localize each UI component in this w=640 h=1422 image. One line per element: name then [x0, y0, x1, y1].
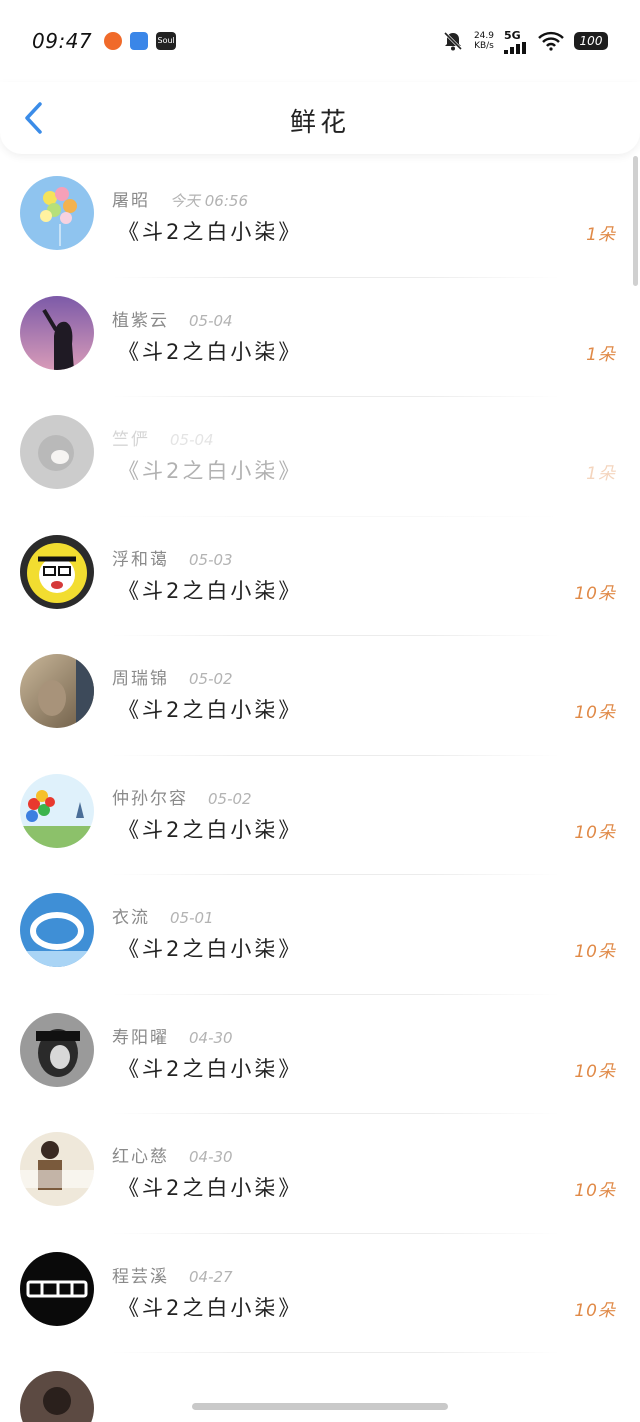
network-speed-unit: KB/s [474, 41, 494, 51]
gift-title: 《斗2之白小柒》 [118, 1056, 303, 1081]
list-item[interactable]: 红心慈 04-30 《斗2之白小柒》 10朵 [0, 1114, 640, 1234]
list-item[interactable]: 程芸溪 04-27 《斗2之白小柒》 10朵 [0, 1234, 640, 1353]
network-speed: 24.9 KB/s [474, 31, 494, 51]
gift-title: 《斗2之白小柒》 [118, 339, 303, 364]
gift-title: 《斗2之白小柒》 [118, 1295, 303, 1320]
list-item[interactable]: 衣流 05-01 《斗2之白小柒》 10朵 [0, 875, 640, 995]
avatar[interactable] [20, 1251, 94, 1326]
flower-count: 1朵 [586, 464, 616, 484]
page-title: 鲜花 [289, 108, 350, 138]
flower-count: 10朵 [574, 822, 616, 843]
sender-name: 程芸溪 [112, 1266, 169, 1287]
list-item[interactable] [0, 1353, 640, 1422]
soul-app-icon: Soul [156, 32, 177, 50]
sender-name: 红心慈 [112, 1147, 169, 1167]
gift-title: 《斗2之白小柒》 [118, 937, 303, 961]
app-notification-icon [104, 32, 123, 50]
flower-count: 1朵 [586, 225, 616, 245]
gift-title: 《斗2之白小柒》 [118, 459, 303, 483]
sender-name: 屠昭 [112, 191, 150, 211]
avatar[interactable] [20, 415, 94, 489]
sender-name: 衣流 [112, 908, 150, 928]
notification-icons: Soul [104, 32, 177, 50]
sender-name: 浮和蔼 [112, 549, 169, 570]
avatar[interactable] [20, 1132, 94, 1206]
list-item[interactable]: 浮和蔼 05-03 《斗2之白小柒》 10朵 [0, 517, 640, 636]
app-root: 09:47 Soul 24.9 KB/s 5G 100 鲜花 屠昭 今天 06:… [0, 0, 640, 1422]
avatar[interactable] [20, 1012, 94, 1087]
flower-count: 10朵 [574, 1181, 616, 1201]
sender-name: 周瑞锦 [112, 669, 169, 689]
gift-title: 《斗2之白小柒》 [118, 578, 303, 603]
avatar[interactable] [20, 773, 94, 848]
avatar[interactable] [20, 176, 94, 250]
send-date: 今天 06:56 [170, 192, 248, 210]
flower-count: 10朵 [574, 942, 616, 962]
list-item[interactable]: 竺俨 05-04 《斗2之白小柒》 1朵 [0, 397, 640, 517]
status-bar: 09:47 Soul 24.9 KB/s 5G 100 [0, 0, 640, 82]
list-item[interactable]: 屠昭 今天 06:56 《斗2之白小柒》 1朵 [0, 158, 640, 278]
sender-name: 寿阳曜 [112, 1027, 169, 1048]
top-nav-bar: 鲜花 [0, 82, 640, 154]
gift-title: 《斗2之白小柒》 [118, 817, 303, 842]
app-notification-icon [130, 32, 149, 50]
flower-count: 10朵 [574, 703, 616, 723]
gift-title: 《斗2之白小柒》 [118, 220, 303, 244]
send-date: 04-27 [189, 1267, 233, 1286]
avatar[interactable] [20, 534, 94, 609]
flower-list: 屠昭 今天 06:56 《斗2之白小柒》 1朵 植紫云 05-04 《斗2之白小… [0, 158, 640, 1422]
avatar[interactable] [20, 893, 94, 967]
gift-title: 《斗2之白小柒》 [118, 1176, 303, 1200]
signal-bars-icon [504, 41, 526, 54]
network-type: 5G [504, 28, 521, 42]
mute-bell-icon [443, 31, 463, 51]
flower-count: 10朵 [574, 583, 616, 604]
gift-title: 《斗2之白小柒》 [118, 698, 303, 722]
send-date: 04-30 [189, 1028, 233, 1047]
send-date: 05-04 [189, 311, 233, 330]
sender-name: 植紫云 [112, 310, 169, 331]
send-date: 05-02 [208, 789, 252, 808]
wifi-icon [538, 31, 564, 51]
sender-name: 竺俨 [112, 430, 150, 450]
send-date: 05-01 [170, 909, 214, 927]
avatar[interactable] [20, 295, 94, 370]
send-date: 04-30 [189, 1148, 233, 1166]
cellular-group: 5G [504, 29, 528, 54]
sender-name: 仲孙尔容 [112, 788, 188, 809]
status-right-group: 24.9 KB/s 5G 100 [442, 29, 608, 54]
send-date: 05-04 [170, 431, 214, 449]
list-item[interactable]: 植紫云 05-04 《斗2之白小柒》 1朵 [0, 278, 640, 397]
list-item[interactable]: 寿阳曜 04-30 《斗2之白小柒》 10朵 [0, 995, 640, 1114]
avatar[interactable] [20, 654, 94, 728]
home-indicator[interactable] [192, 1403, 448, 1410]
send-date: 05-02 [189, 670, 233, 688]
battery-indicator: 100 [574, 32, 608, 50]
network-speed-value: 24.9 [473, 31, 494, 41]
list-item[interactable]: 仲孙尔容 05-02 《斗2之白小柒》 10朵 [0, 756, 640, 875]
list-item[interactable]: 周瑞锦 05-02 《斗2之白小柒》 10朵 [0, 636, 640, 756]
flower-count: 10朵 [574, 1300, 616, 1321]
send-date: 05-03 [189, 550, 233, 569]
flower-count: 10朵 [574, 1061, 616, 1082]
flower-count: 1朵 [586, 344, 616, 365]
avatar[interactable] [20, 1371, 94, 1422]
status-time: 09:47 [32, 29, 93, 53]
